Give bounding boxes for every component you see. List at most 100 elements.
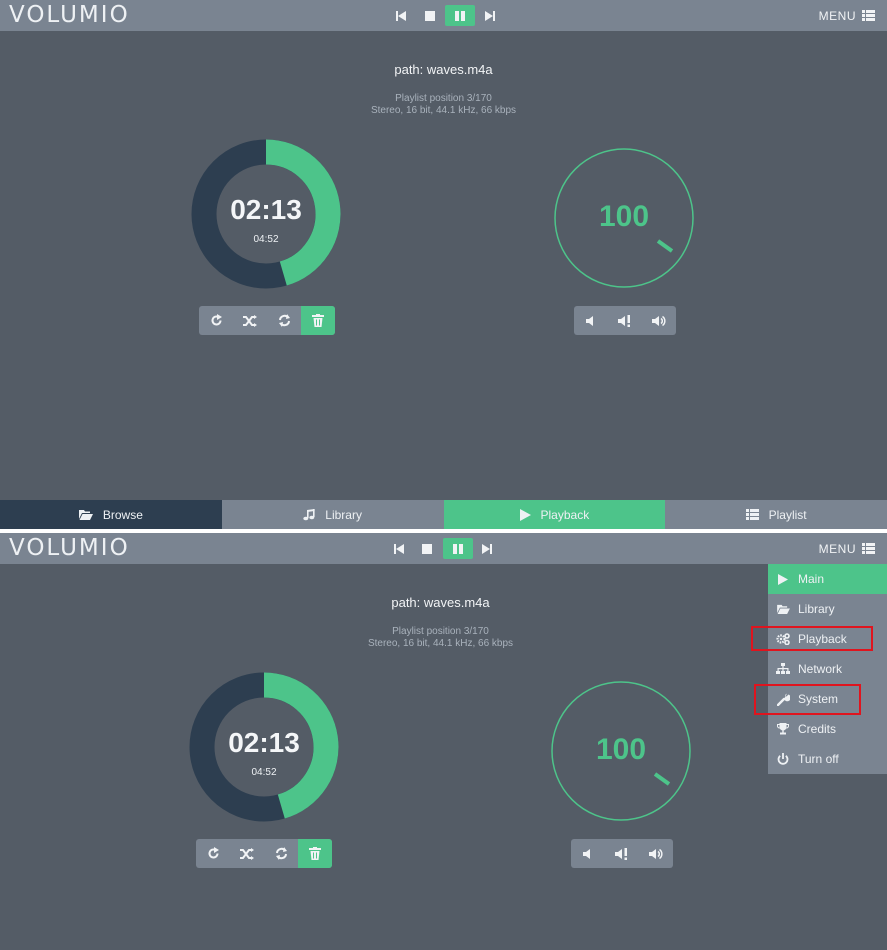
mute-icon (615, 847, 627, 860)
shuffle-icon (240, 847, 254, 860)
menu-label: MENU (818, 8, 856, 23)
folder-icon (776, 604, 790, 614)
previous-icon (394, 543, 404, 554)
volume-down-icon (586, 315, 593, 326)
tab-playback[interactable]: Playback (443, 500, 666, 529)
player-screen-top: VOLUMIO MENU path: waves.m4a Playlist po… (0, 0, 887, 529)
consume-button[interactable] (264, 839, 298, 868)
menu-toggle[interactable]: MENU (819, 6, 875, 25)
stop-button[interactable] (416, 538, 438, 559)
shuffle-button[interactable] (230, 839, 264, 868)
next-button[interactable] (476, 538, 498, 559)
volumio-logo: VOLUMIO (9, 535, 130, 561)
volume-down-button[interactable] (574, 306, 608, 335)
power-icon (777, 753, 789, 765)
previous-button[interactable] (388, 538, 410, 559)
repeat-icon (211, 314, 222, 326)
shuffle-button[interactable] (233, 306, 267, 335)
trash-icon (312, 314, 324, 327)
mute-button[interactable] (605, 839, 639, 868)
menu-item-main[interactable]: Main (768, 564, 887, 594)
volume-knob[interactable]: 100 (551, 681, 691, 821)
wrench-icon (776, 693, 790, 706)
clear-queue-button[interactable] (301, 306, 335, 335)
stop-button[interactable] (419, 5, 441, 26)
previous-button[interactable] (390, 5, 412, 26)
menu-toggle[interactable]: MENU (819, 539, 875, 558)
menu-label: MENU (818, 541, 856, 556)
repeat-icon (208, 847, 219, 859)
pause-icon (453, 543, 463, 554)
music-icon (303, 508, 315, 520)
trophy-icon (777, 723, 789, 735)
volume-level: 100 (595, 733, 647, 766)
bottom-navigation: Browse Library Playback Playlist (0, 500, 887, 529)
volume-buttons (574, 306, 676, 335)
next-icon (485, 10, 495, 21)
track-path: path: waves.m4a (394, 62, 493, 77)
pause-button[interactable] (445, 5, 475, 26)
tab-playback-label: Playback (540, 507, 590, 522)
playback-mode-buttons (196, 839, 332, 868)
audio-info: Stereo, 16 bit, 44.1 kHz, 66 kbps (370, 105, 517, 116)
mute-button[interactable] (608, 306, 642, 335)
trash-icon (309, 847, 321, 860)
tab-playlist[interactable]: Playlist (665, 500, 887, 529)
consume-button[interactable] (267, 306, 301, 335)
total-time: 04:52 (251, 767, 277, 778)
menu-item-playback[interactable]: Playback (768, 624, 887, 654)
playlist-position: Playlist position 3/170 (392, 626, 489, 637)
progress-knob[interactable]: 02:13 04:52 (189, 672, 339, 822)
tab-browse[interactable]: Browse (0, 500, 222, 529)
menu-item-turn-off-label: Turn off (798, 752, 839, 766)
repeat-button[interactable] (196, 839, 230, 868)
tab-browse-label: Browse (102, 507, 143, 522)
top-bar: VOLUMIO MENU (0, 0, 887, 31)
audio-info: Stereo, 16 bit, 44.1 kHz, 66 kbps (367, 638, 514, 649)
volume-level: 100 (598, 200, 650, 233)
sitemap-icon (776, 663, 790, 674)
play-icon (519, 508, 531, 521)
refresh-icon (275, 847, 287, 860)
volume-up-button[interactable] (642, 306, 676, 335)
volume-down-button[interactable] (571, 839, 605, 868)
menu-item-system[interactable]: System (768, 684, 887, 714)
repeat-button[interactable] (199, 306, 233, 335)
next-icon (482, 543, 492, 554)
menu-item-credits[interactable]: Credits (768, 714, 887, 744)
tab-playlist-label: Playlist (768, 507, 807, 522)
volume-knob[interactable]: 100 (554, 148, 694, 288)
pause-button[interactable] (443, 538, 473, 559)
volume-up-icon (652, 315, 666, 326)
menu-item-credits-label: Credits (798, 722, 837, 736)
main-menu-dropdown: Main Library Playback Network System Cre… (768, 564, 887, 774)
cogs-icon (776, 633, 790, 645)
tab-library[interactable]: Library (221, 500, 444, 529)
volumio-logo: VOLUMIO (9, 2, 130, 28)
list-icon (862, 10, 875, 21)
player-screen-menu-open: VOLUMIO MENU path: waves.m4a Playlist po… (0, 533, 887, 950)
menu-item-system-label: System (798, 692, 839, 706)
list-icon (745, 509, 759, 520)
menu-item-library-label: Library (798, 602, 835, 616)
pause-icon (455, 10, 465, 21)
menu-item-main-label: Main (798, 572, 825, 586)
tab-library-label: Library (325, 507, 362, 522)
progress-knob[interactable]: 02:13 04:52 (191, 139, 341, 289)
volume-up-button[interactable] (639, 839, 673, 868)
playlist-position: Playlist position 3/170 (395, 93, 492, 104)
next-button[interactable] (479, 5, 501, 26)
clear-queue-button[interactable] (298, 839, 332, 868)
menu-item-network[interactable]: Network (768, 654, 887, 684)
play-icon (778, 573, 788, 585)
volume-down-icon (583, 848, 590, 859)
menu-item-playback-label: Playback (798, 632, 847, 646)
list-icon (862, 543, 875, 554)
playback-mode-buttons (199, 306, 335, 335)
elapsed-time: 02:13 (228, 727, 300, 758)
elapsed-time: 02:13 (230, 194, 302, 225)
volume-up-icon (649, 848, 663, 859)
menu-item-turn-off[interactable]: Turn off (768, 744, 887, 774)
menu-item-library[interactable]: Library (768, 594, 887, 624)
mute-icon (618, 314, 630, 327)
